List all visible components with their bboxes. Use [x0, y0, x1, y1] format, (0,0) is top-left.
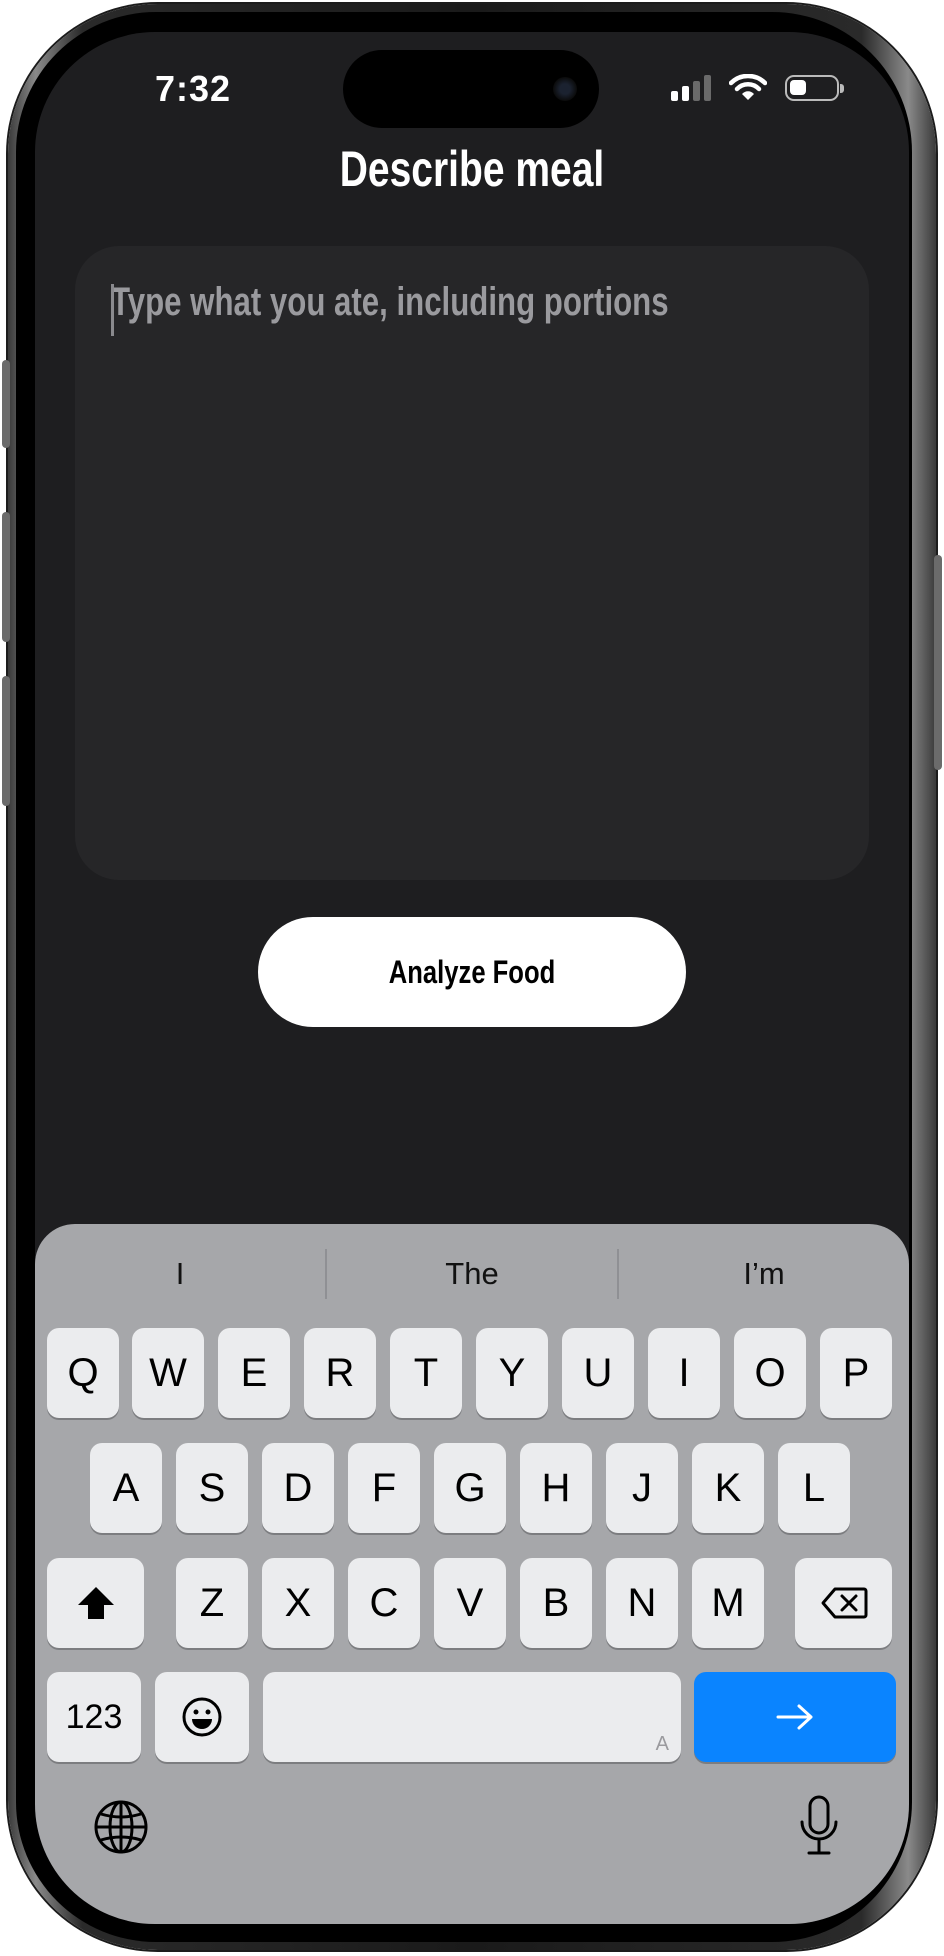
power-button	[934, 555, 942, 770]
key-w[interactable]: W	[132, 1328, 204, 1418]
page-title: Describe meal	[339, 141, 605, 197]
key-d[interactable]: D	[262, 1443, 334, 1533]
key-q[interactable]: Q	[47, 1328, 119, 1418]
key-b[interactable]: B	[520, 1558, 592, 1648]
analyze-food-label: Analyze Food	[388, 953, 556, 990]
suggestion-item[interactable]: I	[35, 1244, 325, 1304]
screen: 7:32 Describe meal Type what you ate, in…	[35, 32, 909, 1924]
key-n[interactable]: N	[606, 1558, 678, 1648]
dynamic-island	[343, 50, 599, 128]
key-f[interactable]: F	[348, 1443, 420, 1533]
key-e[interactable]: E	[218, 1328, 290, 1418]
key-a[interactable]: A	[90, 1443, 162, 1533]
volume-down-button	[2, 676, 10, 806]
battery-icon	[785, 75, 844, 101]
microphone-icon[interactable]	[797, 1794, 841, 1858]
keyboard: I The I’m Q W E R T Y U I O P A S D F G …	[35, 1224, 909, 1924]
globe-icon[interactable]	[93, 1799, 149, 1855]
key-z[interactable]: Z	[176, 1558, 248, 1648]
shift-icon	[77, 1587, 114, 1619]
input-placeholder: Type what you ate, including portions	[111, 280, 669, 324]
wifi-icon	[729, 74, 767, 100]
suggestion-item[interactable]: I’m	[619, 1244, 909, 1304]
return-key[interactable]	[694, 1672, 896, 1762]
backspace-key[interactable]	[795, 1558, 892, 1648]
key-v[interactable]: V	[434, 1558, 506, 1648]
front-camera-icon	[553, 77, 577, 101]
key-l[interactable]: L	[778, 1443, 850, 1533]
numbers-key[interactable]: 123	[47, 1672, 141, 1762]
key-r[interactable]: R	[304, 1328, 376, 1418]
key-g[interactable]: G	[434, 1443, 506, 1533]
meal-description-input[interactable]: Type what you ate, including portions	[75, 246, 869, 880]
status-icons	[671, 74, 844, 102]
cellular-signal-icon	[671, 75, 711, 101]
key-c[interactable]: C	[348, 1558, 420, 1648]
text-caret	[111, 284, 114, 336]
volume-up-button	[2, 512, 10, 642]
status-time: 7:32	[155, 68, 232, 109]
key-t[interactable]: T	[390, 1328, 462, 1418]
suggestion-item[interactable]: The	[327, 1244, 617, 1304]
key-h[interactable]: H	[520, 1443, 592, 1533]
key-m[interactable]: M	[692, 1558, 764, 1648]
space-hint: A	[655, 1733, 669, 1755]
key-x[interactable]: X	[262, 1558, 334, 1648]
key-u[interactable]: U	[562, 1328, 634, 1418]
emoji-key[interactable]	[155, 1672, 249, 1762]
backspace-icon	[821, 1587, 867, 1619]
key-j[interactable]: J	[606, 1443, 678, 1533]
suggestion-bar: I The I’m	[35, 1244, 909, 1304]
key-s[interactable]: S	[176, 1443, 248, 1533]
key-y[interactable]: Y	[476, 1328, 548, 1418]
key-i[interactable]: I	[648, 1328, 720, 1418]
emoji-icon	[182, 1697, 222, 1737]
analyze-food-button[interactable]: Analyze Food	[258, 917, 686, 1027]
return-arrow-icon	[776, 1704, 813, 1730]
action-button	[2, 360, 10, 448]
space-key[interactable]: A	[263, 1672, 681, 1762]
key-k[interactable]: K	[692, 1443, 764, 1533]
key-o[interactable]: O	[734, 1328, 806, 1418]
key-p[interactable]: P	[820, 1328, 892, 1418]
shift-key[interactable]	[47, 1558, 144, 1648]
